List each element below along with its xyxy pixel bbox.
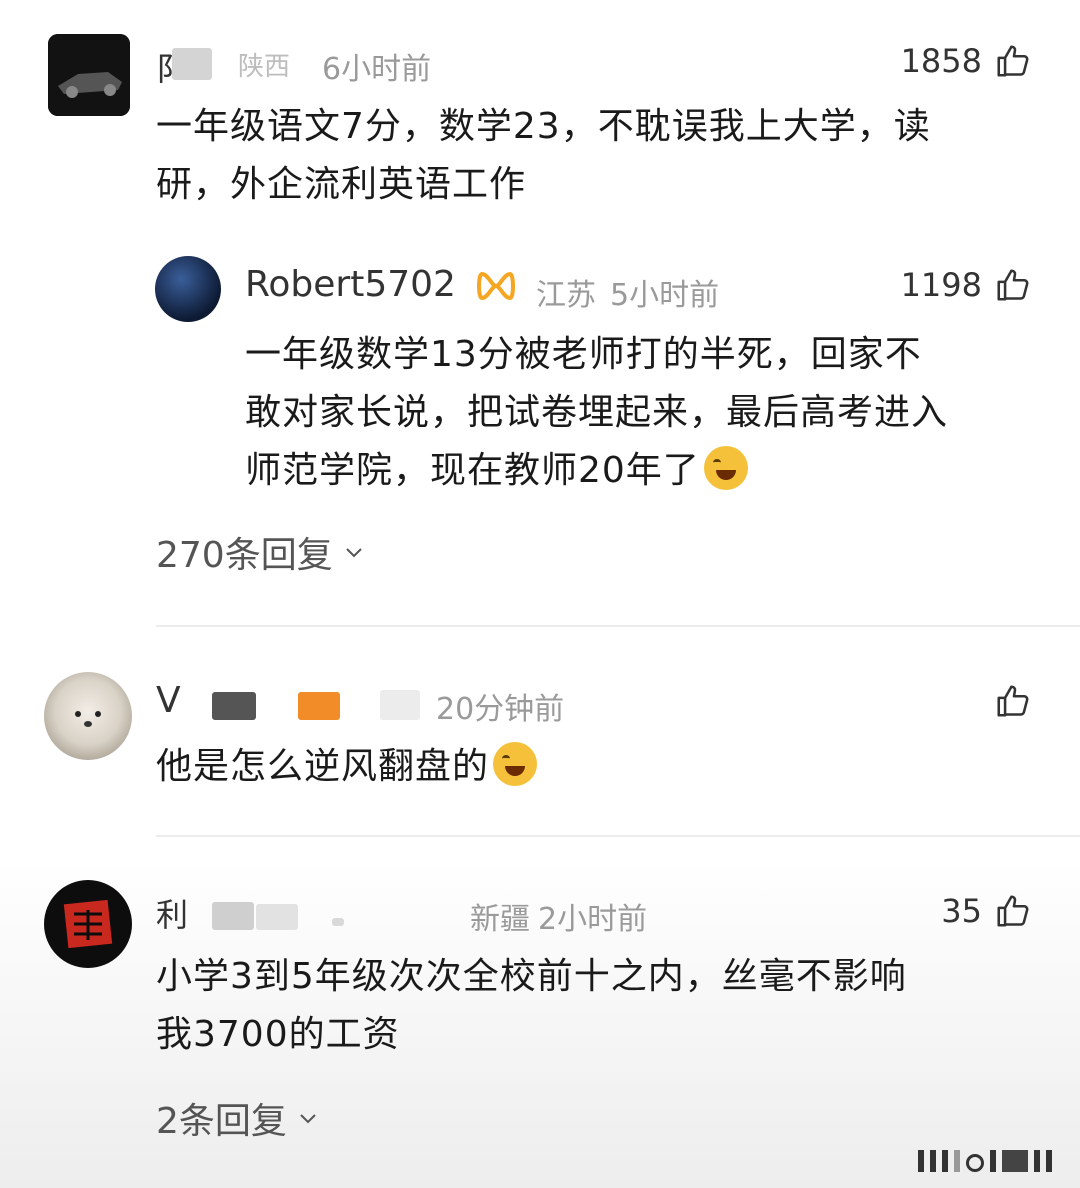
chevron-down-icon (300, 1114, 316, 1124)
thumbs-up-icon[interactable] (994, 892, 1032, 930)
reply-text: 一年级数学13分被老师打的半死，回家不 敢对家长说，把试卷埋起来，最后高考进入 … (245, 326, 1045, 500)
comment-1-line-1: 一年级语文7分，数学23，不耽误我上大学，读 (156, 106, 931, 147)
reply-like[interactable]: 1198 (901, 266, 1032, 304)
comment-3-username[interactable]: 利 (156, 890, 188, 936)
reply-location: 江苏 (536, 278, 596, 313)
divider (156, 835, 1080, 837)
comment-3-time: 2小时前 (538, 902, 648, 937)
comment-3-text: 小学3到5年级次次全校前十之内，丝毫不影响 我3700的工资 (156, 948, 1056, 1064)
chevron-down-icon (346, 548, 362, 558)
like-count: 35 (941, 892, 982, 930)
thumbs-up-icon[interactable] (994, 42, 1032, 80)
comment-2-time: 20分钟前 (436, 692, 565, 727)
thumbs-up-icon[interactable] (994, 266, 1032, 304)
reply-line-1: 一年级数学13分被老师打的半死，回家不 (245, 334, 922, 375)
avatar-comment-3[interactable] (44, 880, 132, 968)
avatar-comment-1[interactable] (48, 34, 130, 116)
avatar-reply-robert[interactable] (155, 256, 221, 322)
comment-2-line-1: 他是怎么逆风翻盘的 (156, 738, 1056, 796)
comment-3-line-1: 小学3到5年级次次全校前十之内，丝毫不影响 (156, 956, 907, 997)
comment-1-text: 一年级语文7分，数学23，不耽误我上大学，读 研，外企流利英语工作 (156, 98, 1056, 214)
watermark-logo (918, 1150, 1052, 1172)
view-replies-comment-3[interactable]: 2条回复 (156, 1092, 319, 1144)
reply-username[interactable]: Robert5702 (245, 264, 456, 305)
redacted-username-2 (256, 904, 298, 930)
reply-count: 270条回复 (156, 535, 333, 576)
comment-1-line-2: 研，外企流利英语工作 (156, 164, 527, 205)
laugh-cry-emoji (493, 742, 538, 786)
reply-time: 5小时前 (610, 278, 720, 313)
comment-2-like[interactable] (994, 682, 1032, 720)
redacted-location (380, 690, 420, 720)
comment-2-text: 他是怎么逆风翻盘的 (156, 738, 1056, 796)
redacted-username (212, 692, 256, 720)
comment-3-location: 新疆 (470, 902, 530, 937)
divider (156, 625, 1080, 627)
redacted-username (172, 48, 212, 80)
comment-3-line-2: 我3700的工资 (156, 1014, 400, 1055)
reply-line-3: 师范学院，现在教师20年了 (245, 442, 1045, 500)
avatar-comment-2[interactable] (44, 672, 132, 760)
comment-2-username[interactable]: V (156, 680, 181, 721)
laugh-cry-emoji (703, 446, 748, 490)
thumbs-up-icon[interactable] (994, 682, 1032, 720)
redacted-badge (298, 692, 340, 720)
comment-1-time: 6小时前 (322, 52, 432, 87)
comment-1-location: 陕西 (238, 52, 291, 82)
like-count: 1858 (900, 42, 982, 80)
redacted-mark (332, 918, 344, 926)
comment-3-like[interactable]: 35 (941, 892, 1032, 930)
redacted-username (212, 902, 254, 930)
view-replies-comment-1[interactable]: 270条回复 (156, 526, 365, 578)
vip-badge-icon (477, 271, 515, 301)
reply-count: 2条回复 (156, 1101, 287, 1142)
reply-line-2: 敢对家长说，把试卷埋起来，最后高考进入 (245, 392, 949, 433)
comment-1-like[interactable]: 1858 (901, 42, 1032, 80)
like-count: 1198 (900, 266, 982, 304)
